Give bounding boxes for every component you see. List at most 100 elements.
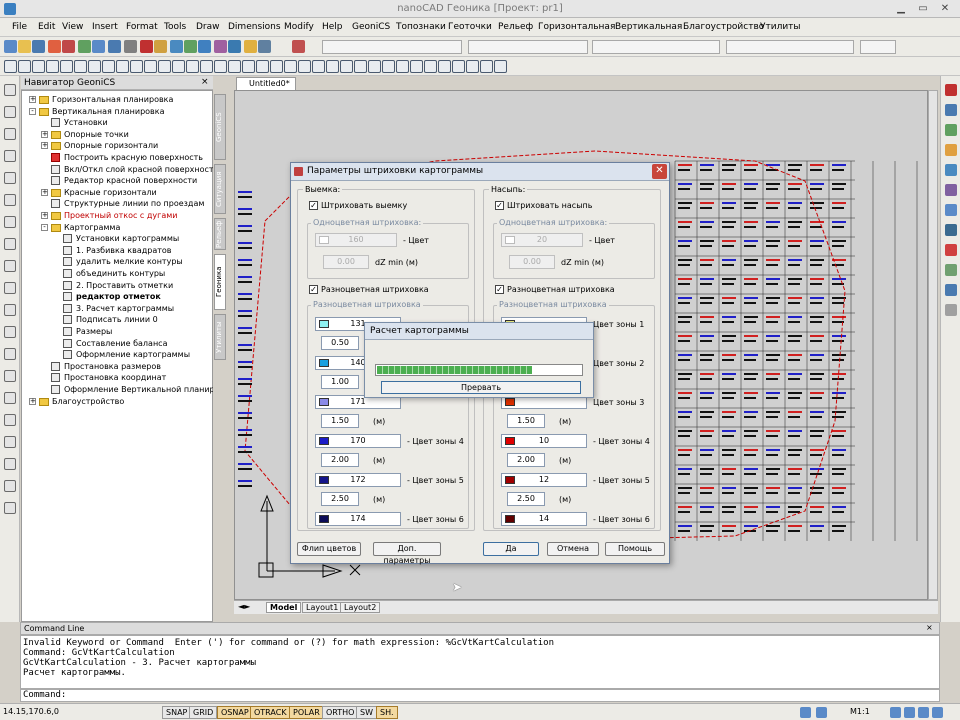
vertical-tab[interactable]: Рельеф <box>214 218 226 250</box>
menu-item-6[interactable]: Draw <box>196 22 220 32</box>
draw-tool-icon[interactable] <box>298 60 311 73</box>
layer-combo[interactable] <box>322 40 462 54</box>
layer-combo[interactable] <box>726 40 854 54</box>
layer-combo[interactable] <box>592 40 720 54</box>
draw-tool-icon[interactable] <box>312 60 325 73</box>
layer-combo[interactable] <box>860 40 896 54</box>
tree-item-label[interactable]: Горизонтальная планировка <box>52 95 173 104</box>
zone-dz-input[interactable]: 0.50 <box>321 336 359 350</box>
navigator-close-icon[interactable]: × <box>201 77 209 87</box>
command-close-icon[interactable]: × <box>926 623 933 632</box>
left-tool-icon[interactable] <box>4 502 16 514</box>
draw-tool-icon[interactable] <box>102 60 115 73</box>
right-tool-icon[interactable] <box>945 264 957 276</box>
status-icon[interactable] <box>800 707 811 718</box>
draw-tool-icon[interactable] <box>368 60 381 73</box>
zone-dz-input[interactable]: 2.50 <box>321 492 359 506</box>
tree-expander[interactable]: + <box>41 130 48 138</box>
menu-item-0[interactable]: File <box>12 22 27 32</box>
dialog-close-button[interactable]: ✕ <box>652 164 667 179</box>
right-tool-icon[interactable] <box>945 244 957 256</box>
menu-item-3[interactable]: Insert <box>92 22 118 32</box>
right-tool-icon[interactable] <box>945 104 957 116</box>
status-toggle[interactable]: GRID <box>189 706 218 719</box>
left-tool-icon[interactable] <box>4 106 16 118</box>
tree-item-label[interactable]: Вкл/Откл слой красной поверхности <box>64 165 219 174</box>
tab-scroll-icon[interactable]: ◄► <box>238 602 250 611</box>
zone-color-combo[interactable]: 14 <box>501 512 587 526</box>
vertical-tab[interactable]: GeoniCS <box>214 94 226 160</box>
left-tool-icon[interactable] <box>4 392 16 404</box>
status-toggle[interactable]: SH. <box>376 706 398 719</box>
tree-expander[interactable]: - <box>29 107 36 115</box>
left-tool-icon[interactable] <box>4 458 16 470</box>
menu-item-4[interactable]: Format <box>126 22 158 32</box>
tree-item-label[interactable]: Опорные горизонтали <box>64 141 158 150</box>
menu-item-9[interactable]: Help <box>322 22 343 32</box>
toolbar-icon[interactable] <box>184 40 197 53</box>
draw-tool-icon[interactable] <box>424 60 437 73</box>
tree-expander[interactable]: + <box>41 188 48 196</box>
draw-tool-icon[interactable] <box>46 60 59 73</box>
toolbar-icon[interactable] <box>48 40 61 53</box>
toolbar-icon[interactable] <box>78 40 91 53</box>
status-toggle[interactable]: OSNAP <box>217 706 253 719</box>
menu-item-5[interactable]: Tools <box>164 22 186 32</box>
left-tool-icon[interactable] <box>4 348 16 360</box>
right-tool-icon[interactable] <box>945 124 957 136</box>
draw-tool-icon[interactable] <box>60 60 73 73</box>
tree-expander[interactable]: + <box>29 96 36 103</box>
menu-item-2[interactable]: View <box>62 22 83 32</box>
draw-tool-icon[interactable] <box>466 60 479 73</box>
zone-dz-input[interactable]: 2.50 <box>507 492 545 506</box>
menu-item-14[interactable]: Горизонтальная <box>538 22 615 32</box>
zone-color-combo[interactable]: 172 <box>315 473 401 487</box>
draw-tool-icon[interactable] <box>340 60 353 73</box>
left-tool-icon[interactable] <box>4 172 16 184</box>
right-tool-icon[interactable] <box>945 164 957 176</box>
vertical-tab[interactable]: Утилиты <box>214 314 226 360</box>
draw-tool-icon[interactable] <box>4 60 17 73</box>
zone-dz-input[interactable]: 2.00 <box>321 453 359 467</box>
draw-tool-icon[interactable] <box>396 60 409 73</box>
tree-item-label[interactable]: Красные горизонтали <box>64 188 157 197</box>
draw-tool-icon[interactable] <box>32 60 45 73</box>
cut-single-color-combo[interactable]: 160 <box>315 233 397 247</box>
tree-item-label[interactable]: Благоустройство <box>52 397 124 406</box>
tree-item-label[interactable]: объединить контуры <box>76 269 165 278</box>
right-tool-icon[interactable] <box>945 304 957 316</box>
toolbar-icon[interactable] <box>292 40 305 53</box>
tree-item-label[interactable]: Простановка размеров <box>64 362 161 371</box>
draw-tool-icon[interactable] <box>228 60 241 73</box>
draw-tool-icon[interactable] <box>284 60 297 73</box>
toolbar-icon[interactable] <box>170 40 183 53</box>
left-tool-icon[interactable] <box>4 238 16 250</box>
draw-tool-icon[interactable] <box>18 60 31 73</box>
toolbar-icon[interactable] <box>198 40 211 53</box>
vertical-scrollbar[interactable] <box>928 90 938 600</box>
menu-item-15[interactable]: Вертикальная <box>615 22 682 32</box>
draw-tool-icon[interactable] <box>186 60 199 73</box>
status-icon[interactable] <box>932 707 943 718</box>
tree-expander[interactable]: + <box>41 212 48 219</box>
layout-tab[interactable]: Layout1 <box>302 602 343 613</box>
draw-tool-icon[interactable] <box>158 60 171 73</box>
tree-item-label[interactable]: Подписать линии 0 <box>76 315 158 324</box>
tree-item-label[interactable]: редактор отметок <box>76 292 161 301</box>
tree-item-label[interactable]: 3. Расчет картограммы <box>76 304 174 313</box>
toolbar-icon[interactable] <box>18 40 31 53</box>
layout-tabs-bar[interactable]: ◄► Model Layout1 Layout2 <box>234 600 938 614</box>
tree-item-label[interactable]: Построить красную поверхность <box>64 153 203 162</box>
fill-multi-checkbox[interactable]: ✓ <box>495 285 504 294</box>
draw-tool-icon[interactable] <box>438 60 451 73</box>
flip-button[interactable]: Флип цветов <box>297 542 361 556</box>
left-tool-icon[interactable] <box>4 282 16 294</box>
tree-item-label[interactable]: 1. Разбивка квадратов <box>76 246 172 255</box>
draw-tool-icon[interactable] <box>270 60 283 73</box>
tree-item-label[interactable]: Опорные точки <box>64 130 129 139</box>
tree-item-label[interactable]: Проектный откос с дугами <box>64 211 177 220</box>
left-tool-icon[interactable] <box>4 326 16 338</box>
menu-item-7[interactable]: Dimensions <box>228 22 281 32</box>
draw-tool-icon[interactable] <box>144 60 157 73</box>
left-tool-icon[interactable] <box>4 194 16 206</box>
